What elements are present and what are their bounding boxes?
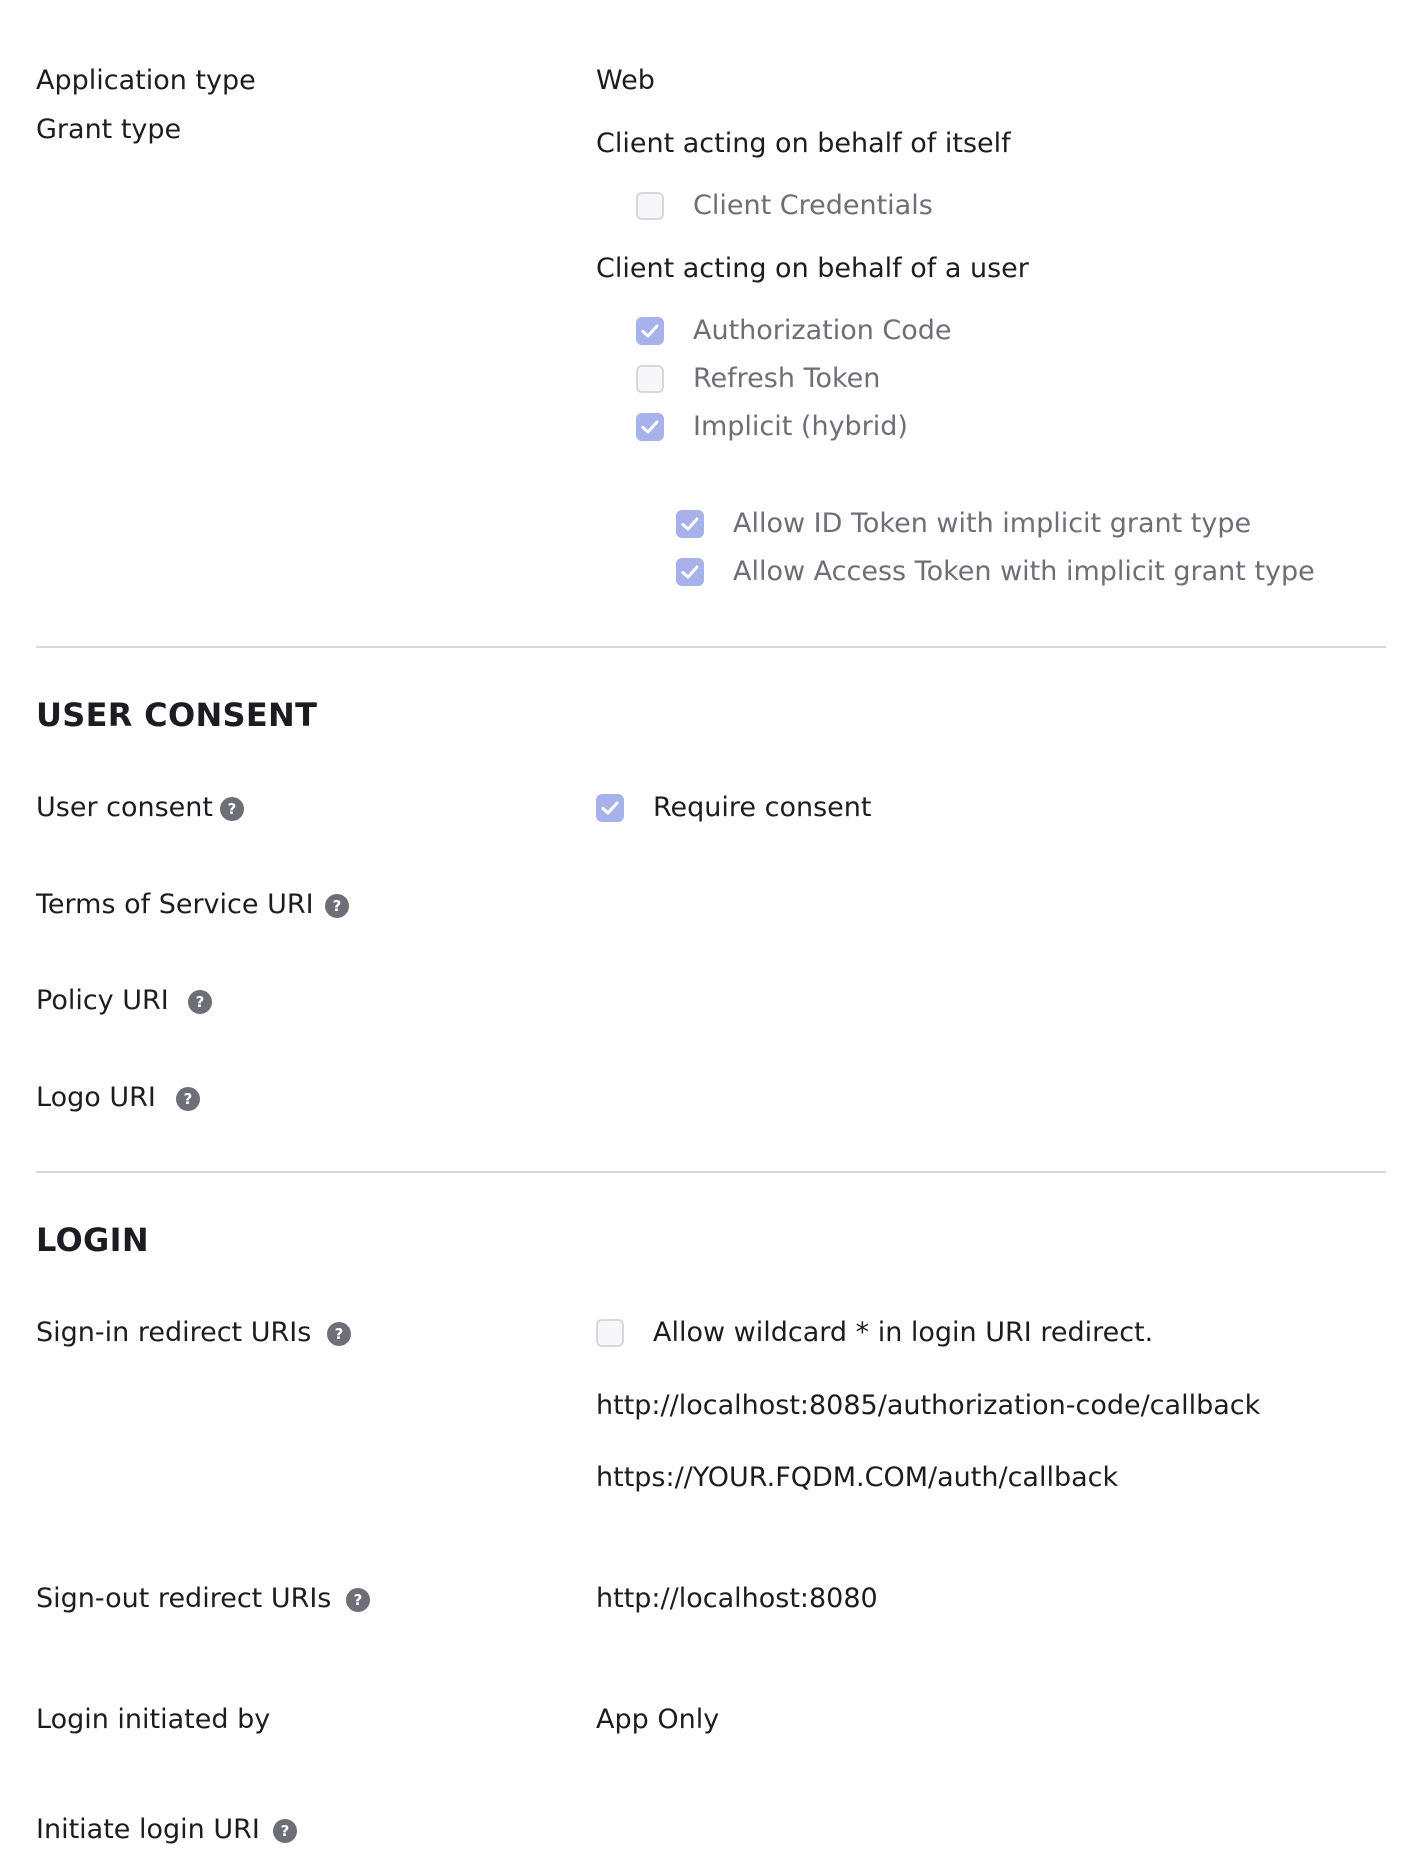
sign-out-redirect-label: Sign-out redirect URIs — [36, 1583, 332, 1614]
check-icon — [641, 324, 659, 338]
sign-in-redirect-uri-2: https://YOUR.FQDM.COM/auth/callback — [596, 1462, 1119, 1493]
check-icon — [681, 565, 699, 579]
policy-uri-label: Policy URI — [36, 985, 169, 1016]
authorization-code-label: Authorization Code — [693, 315, 952, 346]
allow-access-token-label: Allow Access Token with implicit grant t… — [733, 556, 1315, 587]
allow-wildcard-checkbox[interactable] — [596, 1319, 624, 1347]
sign-in-redirect-label: Sign-in redirect URIs — [36, 1317, 312, 1348]
terms-of-service-help-icon[interactable]: ? — [325, 894, 349, 918]
section-divider — [36, 1171, 1386, 1173]
application-type-label: Application type — [36, 65, 256, 96]
implicit-hybrid-label: Implicit (hybrid) — [693, 411, 908, 442]
user-consent-label: User consent — [36, 792, 213, 823]
logo-uri-help-icon[interactable]: ? — [176, 1087, 200, 1111]
policy-uri-help-icon[interactable]: ? — [188, 990, 212, 1014]
sign-in-redirect-uri-1: http://localhost:8085/authorization-code… — [596, 1390, 1261, 1421]
refresh-token-label: Refresh Token — [693, 363, 881, 394]
allow-wildcard-label: Allow wildcard * in login URI redirect. — [653, 1317, 1154, 1348]
check-icon — [641, 420, 659, 434]
allow-id-token-checkbox[interactable] — [676, 510, 704, 538]
allow-id-token-label: Allow ID Token with implicit grant type — [733, 508, 1252, 539]
client-credentials-checkbox[interactable] — [636, 192, 664, 220]
require-consent-label: Require consent — [653, 792, 872, 823]
refresh-token-checkbox[interactable] — [636, 365, 664, 393]
sign-in-redirect-help-icon[interactable]: ? — [327, 1322, 351, 1346]
user-consent-heading: USER CONSENT — [36, 696, 318, 734]
client-credentials-label: Client Credentials — [693, 190, 933, 221]
client-self-heading: Client acting on behalf of itself — [596, 128, 1011, 159]
login-initiated-label: Login initiated by — [36, 1704, 271, 1735]
initiate-login-uri-help-icon[interactable]: ? — [273, 1819, 297, 1843]
check-icon — [601, 801, 619, 815]
client-user-heading: Client acting on behalf of a user — [596, 253, 1029, 284]
authorization-code-checkbox[interactable] — [636, 317, 664, 345]
application-type-value: Web — [596, 65, 655, 96]
sign-out-redirect-uri: http://localhost:8080 — [596, 1583, 878, 1614]
logo-uri-label: Logo URI — [36, 1082, 156, 1113]
terms-of-service-label: Terms of Service URI — [36, 889, 314, 920]
login-heading: LOGIN — [36, 1221, 149, 1259]
allow-access-token-checkbox[interactable] — [676, 558, 704, 586]
login-initiated-value: App Only — [596, 1704, 720, 1735]
grant-type-label: Grant type — [36, 114, 182, 145]
initiate-login-uri-label: Initiate login URI — [36, 1814, 260, 1845]
check-icon — [681, 517, 699, 531]
section-divider — [36, 646, 1386, 648]
user-consent-help-icon[interactable]: ? — [220, 797, 244, 821]
sign-out-redirect-help-icon[interactable]: ? — [346, 1588, 370, 1612]
implicit-hybrid-checkbox[interactable] — [636, 413, 664, 441]
require-consent-checkbox[interactable] — [596, 794, 624, 822]
